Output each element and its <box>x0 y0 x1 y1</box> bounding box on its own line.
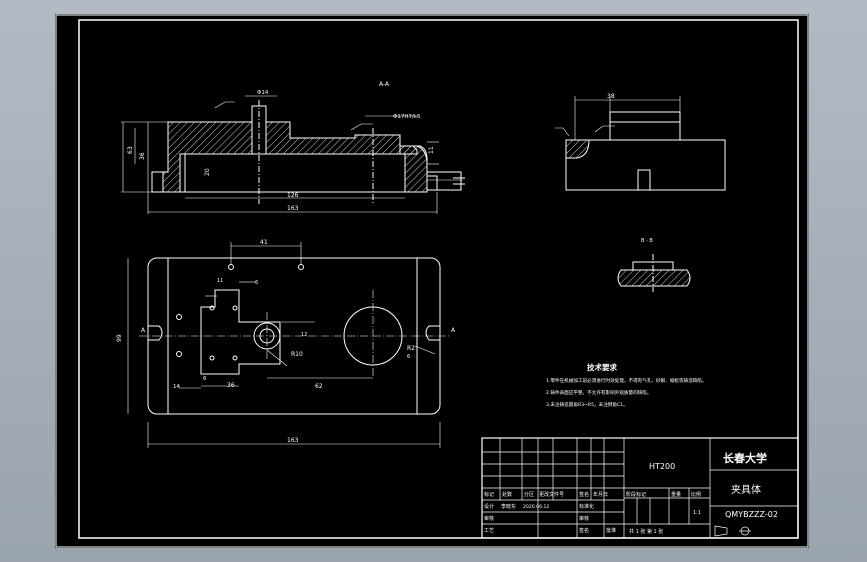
dim-plan-6c: 6 <box>407 354 410 360</box>
b-view-label: B - B <box>641 238 653 244</box>
dim-height-outer: 63 <box>127 146 134 154</box>
section-cavity <box>179 153 406 193</box>
tb-row-label-0: 标记 <box>484 491 494 498</box>
dim-plan-36: 36 <box>227 382 235 389</box>
plan-right-slot <box>425 325 440 341</box>
dim-right-38: 38 <box>607 93 615 100</box>
section-hatch-right <box>399 145 428 193</box>
tech-line-2: 2.铸件表面应平整，不允许有影响外观质量的缺陷。 <box>546 389 651 396</box>
tb-sign-label: 签名 <box>579 527 589 534</box>
tb-row-label-5: 年月日 <box>593 491 608 498</box>
dim-bore-fit: Φ17H7/k6 <box>393 114 421 120</box>
dim-plan-41: 41 <box>260 239 268 246</box>
tb-approve-label: 批准 <box>606 527 616 534</box>
plan-plate <box>200 289 281 375</box>
tech-line-1: 1.零件在机械加工前必须进行时效处理，不得有气孔、砂眼、缩松等铸造缺陷。 <box>546 377 707 384</box>
tb-stage-header-2: 比例 <box>691 491 701 498</box>
section-mark-left: A <box>141 327 146 334</box>
dim-plan-14: 14 <box>173 384 180 390</box>
tb-school: 长春大学 <box>723 451 767 465</box>
dim-plan-11: 11 <box>217 278 223 284</box>
tb-row-label-4: 签名 <box>579 491 589 498</box>
tb-part-name: 夹具体 <box>731 483 761 496</box>
side-view-notch <box>565 139 590 159</box>
cad-drawing: A-A 63 36 20 11 126 163 Φ14 Φ17H7/k6 41 … <box>55 14 809 548</box>
section-mark-right: A <box>451 327 456 334</box>
dim-step: 11 <box>428 146 435 154</box>
drawing-sheet: A-A 63 36 20 11 126 163 Φ14 Φ17H7/k6 41 … <box>55 14 809 548</box>
tb-designer-label: 设计 <box>484 503 494 510</box>
dim-plan-163: 163 <box>287 437 299 444</box>
outer-frame <box>55 14 809 548</box>
tb-check-label: 审核 <box>579 515 589 522</box>
dim-depth: 20 <box>204 168 211 176</box>
plan-left-slot <box>148 325 163 341</box>
dim-top-width: 163 <box>287 205 299 212</box>
plan-centerlines <box>139 290 449 376</box>
tb-row-label-3: 更改文件号 <box>539 491 564 498</box>
side-view-base <box>565 139 726 191</box>
dim-bore-dia: Φ14 <box>257 90 269 96</box>
tech-title: 技术要求 <box>587 362 617 372</box>
tb-stage-header-1: 重量 <box>671 491 681 498</box>
tb-material: HT200 <box>649 462 675 471</box>
tb-review-label: 审核 <box>484 515 494 522</box>
tb-row-label-2: 分区 <box>524 491 534 498</box>
tb-designer: 李晓东 <box>501 503 516 510</box>
dim-plan-6b: 6 <box>203 376 207 382</box>
dim-plan-62: 62 <box>315 383 323 390</box>
tb-stage-header-0: 阶段标记 <box>626 491 646 498</box>
tb-scale: 1:1 <box>693 510 701 516</box>
tb-sheets: 共 1 张 第 1 张 <box>629 528 663 535</box>
tb-row-label-1: 处数 <box>502 491 512 498</box>
tech-line-3: 3.未注铸造圆角R3~R5，未注倒角C1。 <box>546 401 628 408</box>
plan-dims <box>127 242 441 448</box>
b-view-detail <box>617 254 691 292</box>
tb-process-label: 工艺 <box>484 528 494 534</box>
projection-symbol-icon <box>714 525 751 537</box>
tb-std-label: 标准化 <box>579 503 594 510</box>
dim-plan-12: 12 <box>301 332 307 338</box>
dim-plan-r10: R10 <box>291 351 303 358</box>
side-view-boss <box>609 111 681 141</box>
dim-plan-99: 99 <box>116 334 123 342</box>
section-label: A-A <box>379 81 390 88</box>
tb-drawing-no: QMYBZZZ-02 <box>725 510 778 519</box>
tb-date: 2020.06.12 <box>523 504 549 510</box>
dim-height-inner: 36 <box>139 152 146 160</box>
dim-plan-r2: R2 <box>407 345 415 352</box>
dim-plan-6a: 6 <box>255 280 258 286</box>
dim-inner-width: 126 <box>287 192 299 199</box>
side-view <box>565 111 726 191</box>
